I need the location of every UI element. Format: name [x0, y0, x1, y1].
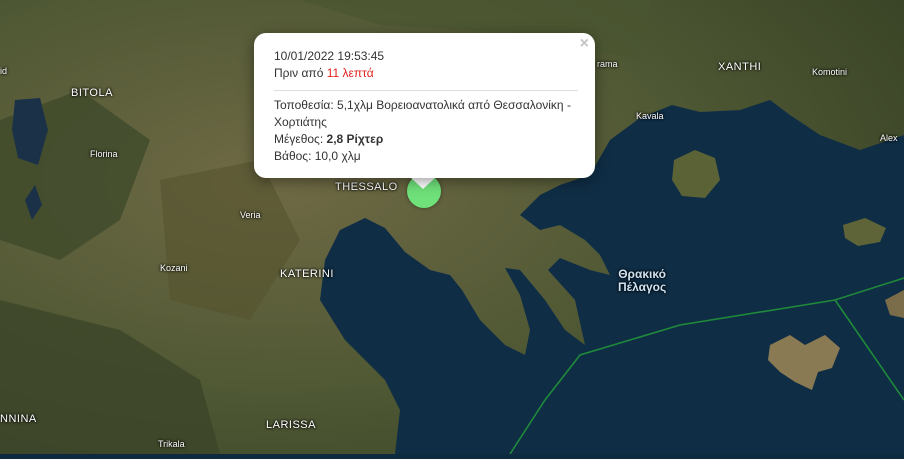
popup-magnitude-label: Μέγεθος: [274, 132, 324, 146]
city-label-xanthi: XANTHI [718, 61, 762, 73]
popup-depth-value: 10,0 χλμ [314, 149, 361, 163]
city-label-alexandroupoli: Alex [880, 133, 898, 143]
popup-depth-label: Βάθος: [274, 149, 312, 163]
city-label-thessaloniki: THESSALO [335, 181, 398, 193]
popup-location: Τοποθεσία: 5,1χλμ Βορειοανατολικά από Θε… [274, 97, 578, 131]
sea-label-thracian: Θρακικό Πέλαγος [618, 268, 666, 294]
popup-divider [274, 90, 578, 91]
city-label-komotini: Komotini [812, 67, 848, 77]
city-label-kozani: Kozani [160, 263, 188, 273]
popup-location-label: Τοποθεσία: [274, 98, 334, 112]
popup-tip [410, 177, 436, 189]
popup-ago: Πριν από 11 λεπτά [274, 65, 578, 82]
popup-datetime: 10/01/2022 19:53:45 [274, 49, 385, 63]
city-label-bitola: BITOLA [71, 87, 113, 99]
city-label-florina: Florina [90, 149, 118, 159]
city-label-edge: id [0, 66, 8, 76]
popup-magnitude-value: 2,8 Ρίχτερ [326, 132, 384, 146]
popup-ago-value: 11 λεπτά [326, 66, 374, 80]
popup-content: 10/01/2022 19:53:45 Πριν από 11 λεπτά Το… [274, 48, 578, 165]
sea-label-line2: Πέλαγος [618, 280, 667, 294]
city-label-trikala: Trikala [158, 439, 185, 449]
popup-magnitude: Μέγεθος: 2,8 Ρίχτερ [274, 131, 578, 148]
city-label-ioannina: NNINA [0, 413, 37, 425]
close-icon[interactable]: × [580, 36, 589, 52]
popup-depth: Βάθος: 10,0 χλμ [274, 148, 578, 165]
earthquake-popup: × 10/01/2022 19:53:45 Πριν από 11 λεπτά … [254, 33, 595, 178]
city-label-kavala: Kavala [636, 111, 664, 121]
city-label-drama: rama [597, 59, 618, 69]
city-label-larissa: LARISSA [266, 419, 316, 431]
city-label-katerini: KATERINI [280, 268, 334, 280]
popup-ago-prefix: Πριν από [274, 66, 324, 80]
city-label-veria: Veria [240, 210, 261, 220]
